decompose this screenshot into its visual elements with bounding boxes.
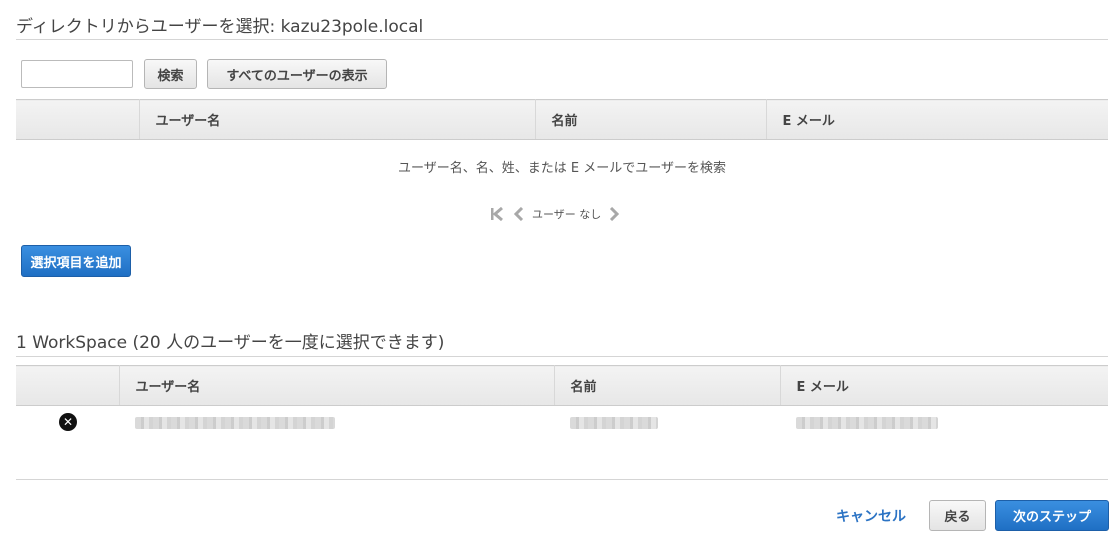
selected-users-table: ユーザー名 名前 E メール bbox=[16, 365, 1108, 406]
column-header-name[interactable]: 名前 bbox=[535, 99, 767, 140]
show-all-users-button[interactable]: すべてのユーザーの表示 bbox=[207, 59, 387, 89]
column-header-username[interactable]: ユーザー名 bbox=[119, 365, 555, 406]
redacted-name bbox=[570, 417, 658, 429]
title-divider bbox=[16, 39, 1108, 40]
column-header-email[interactable]: E メール bbox=[766, 99, 1108, 140]
empty-search-message: ユーザー名、名、姓、または E メールでユーザーを検索 bbox=[398, 161, 726, 176]
directory-section-title: ディレクトリからユーザーを選択: kazu23pole.local bbox=[16, 17, 424, 37]
row-email bbox=[796, 408, 938, 438]
next-step-button[interactable]: 次のステップ bbox=[995, 500, 1109, 531]
column-header-email[interactable]: E メール bbox=[780, 365, 1108, 406]
prev-page-icon[interactable] bbox=[514, 207, 524, 221]
directory-users-table: ユーザー名 名前 E メール bbox=[16, 99, 1108, 140]
row-name bbox=[570, 408, 658, 438]
column-header-remove bbox=[16, 365, 120, 406]
redacted-email bbox=[796, 417, 938, 429]
cancel-link[interactable]: キャンセル bbox=[836, 506, 906, 526]
footer-divider bbox=[16, 479, 1108, 480]
back-button[interactable]: 戻る bbox=[929, 500, 986, 531]
selected-divider bbox=[16, 356, 1108, 357]
column-header-select bbox=[16, 99, 140, 140]
column-header-username[interactable]: ユーザー名 bbox=[139, 99, 536, 140]
close-circle-icon[interactable]: ✕ bbox=[59, 413, 77, 431]
search-button[interactable]: 検索 bbox=[144, 59, 197, 89]
selected-section-title: 1 WorkSpace (20 人のユーザーを一度に選択できます) bbox=[16, 333, 445, 353]
table-header-row: ユーザー名 名前 E メール bbox=[16, 365, 1108, 406]
user-search-input[interactable] bbox=[21, 60, 133, 88]
row-username bbox=[135, 408, 335, 438]
pagination: ユーザー なし bbox=[490, 206, 620, 222]
first-page-icon[interactable] bbox=[490, 207, 506, 221]
next-page-icon[interactable] bbox=[609, 207, 620, 221]
redacted-username bbox=[135, 417, 335, 429]
pagination-status: ユーザー なし bbox=[532, 208, 602, 221]
table-header-row: ユーザー名 名前 E メール bbox=[16, 99, 1108, 140]
add-selected-button[interactable]: 選択項目を追加 bbox=[21, 245, 131, 277]
column-header-name[interactable]: 名前 bbox=[554, 365, 781, 406]
